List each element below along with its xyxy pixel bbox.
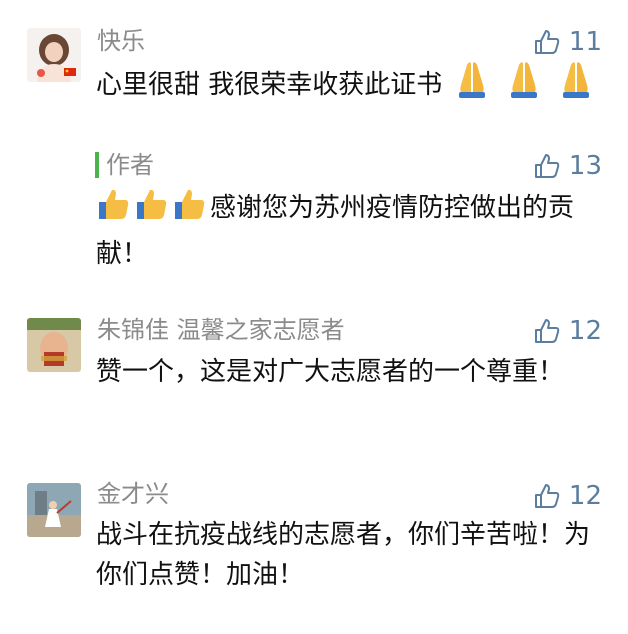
like-count: 12 xyxy=(568,481,602,511)
commenter-name[interactable]: 金才兴 xyxy=(97,479,169,509)
like-count: 13 xyxy=(568,151,602,181)
commenter-name[interactable]: 快乐 xyxy=(97,26,145,56)
like-button[interactable]: 12 xyxy=(533,316,602,346)
thumbs-up-emoji-icon xyxy=(172,186,208,234)
like-count: 12 xyxy=(568,316,602,346)
avatar[interactable] xyxy=(27,318,81,372)
avatar[interactable] xyxy=(27,28,81,82)
prayer-emoji-icon xyxy=(503,59,545,111)
like-count: 11 xyxy=(568,27,602,57)
comment-text: 心里很甜 我很荣幸收获此证书 xyxy=(96,59,606,111)
thumbs-up-icon xyxy=(534,319,560,343)
commenter-name[interactable]: 朱锦佳 温馨之家志愿者 xyxy=(97,315,345,345)
thumbs-up-icon xyxy=(534,484,560,508)
prayer-emoji-icon xyxy=(555,59,597,111)
author-reply-marker xyxy=(95,152,99,178)
thumbs-up-emoji-icon xyxy=(134,186,170,234)
prayer-emoji-icon xyxy=(451,59,493,111)
like-button[interactable]: 13 xyxy=(533,151,602,181)
author-reply-text: 感谢您为苏州疫情防控做出的贡献！ xyxy=(96,186,606,274)
author-label: 作者 xyxy=(106,151,154,179)
thumbs-up-icon xyxy=(534,154,560,178)
like-button[interactable]: 11 xyxy=(533,27,602,57)
thumbs-up-icon xyxy=(534,30,560,54)
comment-text: 赞一个，这是对广大志愿者的一个尊重！ xyxy=(96,357,565,387)
comment-text-body: 心里很甜 我很荣幸收获此证书 xyxy=(96,70,443,100)
avatar[interactable] xyxy=(27,483,81,537)
thumbs-up-emoji-icon xyxy=(96,186,132,234)
like-button[interactable]: 12 xyxy=(533,481,602,511)
comment-text: 战斗在抗疫战线的志愿者，你们辛苦啦！为你们点赞！加油！ xyxy=(96,520,591,590)
